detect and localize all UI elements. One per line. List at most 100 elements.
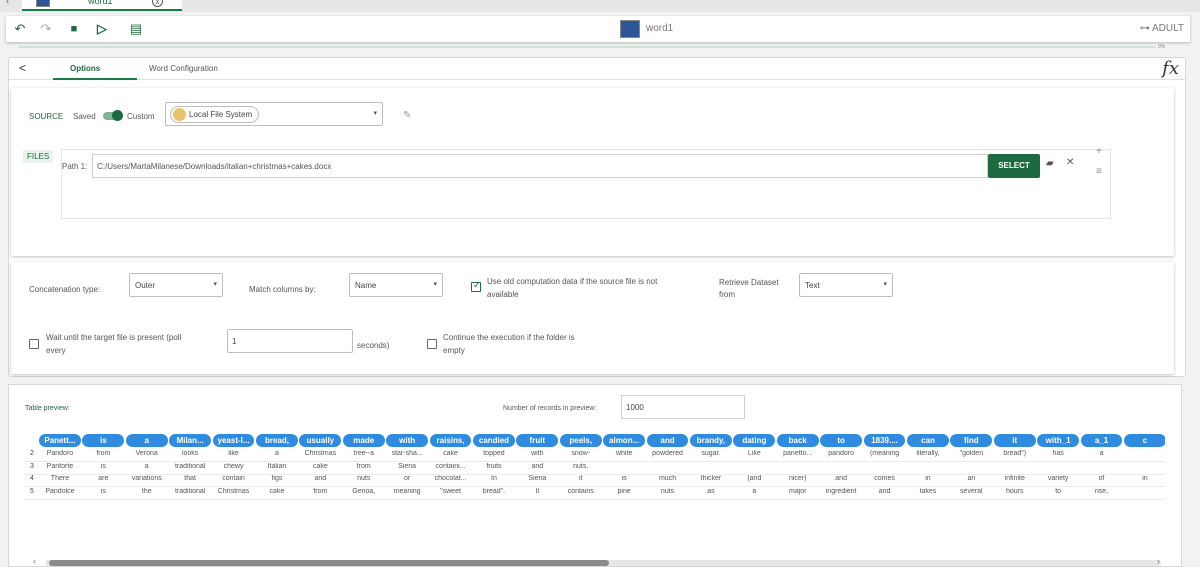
document-icon[interactable]: ▤ [128, 21, 144, 37]
tab-close-icon[interactable]: x [152, 0, 163, 7]
saved-custom-toggle[interactable] [103, 110, 123, 121]
column-header[interactable]: with [386, 434, 429, 447]
column-header[interactable]: dating [733, 434, 776, 447]
path-input[interactable]: C:/Users/MartaMilanese/Downloads/italian… [92, 154, 988, 178]
column-header[interactable]: it [993, 434, 1036, 447]
settings-panel: < Options Word Configuration fx SOURCE S… [8, 57, 1186, 377]
records-label: Number of records in preview: [503, 405, 597, 412]
table-cell: is [100, 487, 106, 495]
table-cell: There [50, 475, 70, 482]
table-cell: takes [919, 487, 937, 495]
scrollbar-thumb[interactable] [49, 560, 609, 566]
column-header[interactable]: made [342, 434, 385, 447]
wait-checkbox[interactable] [29, 339, 39, 349]
column-header[interactable]: c [1124, 434, 1165, 447]
table-cell: variety [1047, 475, 1069, 482]
user-badge[interactable]: ⊶ ADULT [1140, 23, 1184, 34]
use-old-data-checkbox[interactable] [471, 280, 481, 292]
column-header[interactable]: Panett... [39, 434, 81, 447]
column-header[interactable]: Milan... [169, 434, 212, 447]
table-cell: in [925, 475, 931, 482]
table-cell: nuts [660, 487, 675, 495]
table-cell: chewy [223, 462, 244, 470]
table-cell: contain [222, 475, 245, 482]
node-title-label: word1 [646, 23, 674, 34]
column-header[interactable]: candied [473, 434, 515, 447]
table-cell: several [960, 487, 983, 495]
table-cell: bread". [482, 487, 506, 495]
table-cell: powdered [652, 450, 683, 457]
table-preview-label: Table preview: [25, 405, 70, 412]
table-cell: nicer) [788, 475, 807, 482]
retrieve-select[interactable]: Text ▾ [799, 273, 893, 297]
options-card: Concatenation type: Outer ▾ Match column… [11, 262, 1174, 374]
add-icon[interactable]: + [1096, 146, 1102, 157]
match-select[interactable]: Name ▾ [349, 273, 443, 297]
custom-label: Custom [127, 112, 155, 121]
scroll-left-icon[interactable]: ‹ [33, 556, 36, 566]
column-header[interactable]: usually [299, 434, 342, 447]
word-file-icon [36, 0, 50, 7]
folder-icon[interactable]: ▰ [1046, 158, 1054, 169]
tab-word-configuration[interactable]: Word Configuration [149, 64, 218, 73]
edit-icon[interactable]: ✎ [403, 110, 411, 121]
filesystem-label: Local File System [189, 110, 253, 119]
column-header[interactable]: and [646, 434, 689, 447]
table-cell: a [144, 462, 149, 470]
fx-icon[interactable]: fx [1162, 58, 1179, 79]
word-node-icon [620, 20, 640, 38]
undo-icon[interactable]: ↶ [12, 21, 28, 37]
table-cell: infinite [1004, 475, 1025, 482]
run-icon[interactable]: ▷ [94, 21, 110, 37]
table-cell: (meaning [869, 450, 900, 457]
column-header[interactable]: almon... [603, 434, 646, 447]
continue-checkbox[interactable] [427, 339, 437, 349]
files-tag: FILES [23, 150, 54, 163]
table-cell: "sweet [440, 487, 461, 495]
tab-options[interactable]: Options [70, 64, 100, 73]
row-number: 5 [30, 487, 34, 495]
scroll-right-icon[interactable]: › [1157, 556, 1160, 566]
table-cell: traditional [174, 462, 206, 470]
table-cell: star-sha... [391, 450, 423, 457]
column-header[interactable]: yeast-l... [212, 434, 255, 447]
back-icon[interactable]: < [19, 61, 26, 75]
reorder-icon[interactable]: ≡ [1096, 166, 1102, 177]
column-header[interactable]: a_1 [1080, 434, 1123, 447]
column-header[interactable]: brandy, [690, 434, 732, 447]
use-old-label-line1: Use old computation data if the source f… [487, 277, 658, 286]
select-button[interactable]: SELECT [988, 154, 1040, 178]
filesystem-icon [173, 108, 186, 121]
path-value: C:/Users/MartaMilanese/Downloads/italian… [97, 162, 332, 171]
close-icon[interactable]: ✕ [1066, 157, 1074, 168]
table-cell: or [404, 475, 411, 482]
redo-icon[interactable]: ↷ [38, 21, 54, 37]
table-cell: cake [269, 487, 285, 495]
horizontal-scrollbar[interactable] [45, 560, 1161, 566]
column-header[interactable]: can [907, 434, 949, 447]
column-header[interactable]: a [125, 434, 168, 447]
save-icon[interactable]: ■ [66, 21, 82, 37]
table-cell: it [578, 475, 583, 482]
column-header[interactable]: peels, [559, 434, 602, 447]
column-header[interactable]: fruit [516, 434, 559, 447]
wait-seconds-input[interactable]: 1 [227, 329, 353, 353]
filesystem-select[interactable]: Local File System ▾ [165, 102, 383, 126]
table-cell: nuts. [573, 462, 589, 470]
tab-word1[interactable]: word1 x [22, 0, 182, 11]
column-header[interactable]: is [82, 434, 125, 447]
records-input[interactable]: 1000 [621, 395, 745, 419]
column-header[interactable]: back [776, 434, 819, 447]
column-header[interactable]: to [820, 434, 863, 447]
concat-select[interactable]: Outer ▾ [129, 273, 223, 297]
column-header[interactable]: raisins, [429, 434, 472, 447]
tab-scroll-left-icon[interactable]: ‹ [6, 0, 9, 7]
column-header[interactable]: find [950, 434, 993, 447]
column-header[interactable]: with_1 [1037, 434, 1080, 447]
table-cell: Christmas [217, 487, 250, 495]
column-header[interactable]: 1839.... [863, 434, 906, 447]
table-cell: with [531, 450, 544, 457]
column-header[interactable]: bread, [256, 434, 298, 447]
path-label: Path 1: [62, 162, 88, 171]
table-cell: literally, [916, 450, 940, 457]
